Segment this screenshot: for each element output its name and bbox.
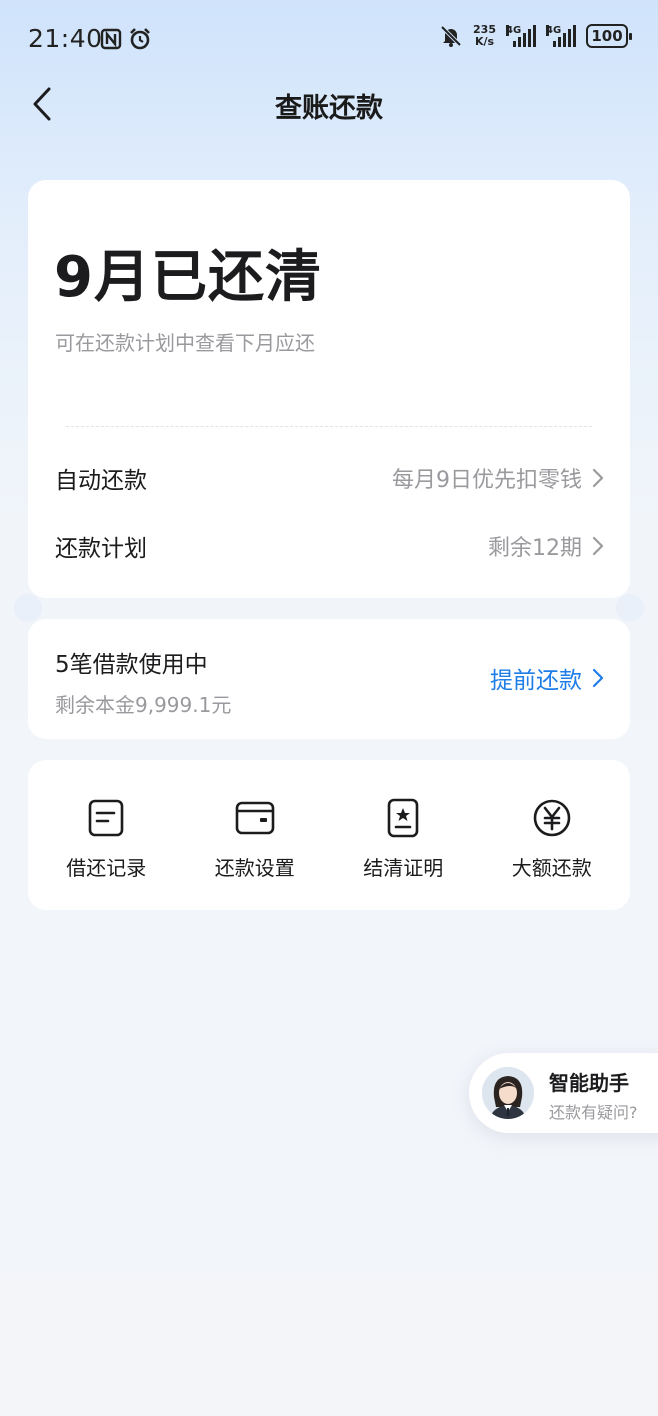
prepay-button[interactable]: 提前还款 <box>490 661 606 695</box>
assistant-subtitle: 还款有疑问? <box>549 1103 638 1122</box>
nfc-icon <box>100 28 122 50</box>
smart-assistant-button[interactable]: 智能助手 还款有疑问? <box>469 1053 658 1133</box>
signal-icon: 4G <box>506 25 536 47</box>
tool-label: 还款设置 <box>214 856 295 880</box>
repay-plan-row[interactable]: 还款计划 剩余12期 <box>55 526 606 566</box>
tools-card: 借还记录 还款设置 结清证明 大额还款 <box>28 760 630 910</box>
ticket-notch <box>14 594 42 622</box>
certificate-icon <box>387 798 419 838</box>
tool-label: 借还记录 <box>66 856 147 880</box>
repay-plan-value: 剩余12期 <box>488 536 582 561</box>
borrow-repay-record-button[interactable]: 借还记录 <box>36 760 176 910</box>
assistant-title: 智能助手 <box>549 1071 629 1095</box>
repay-settings-button[interactable]: 还款设置 <box>185 760 325 910</box>
chevron-right-icon <box>592 668 604 688</box>
chevron-right-icon <box>592 536 604 556</box>
assistant-avatar-icon <box>482 1067 534 1119</box>
yuan-icon <box>533 799 571 837</box>
auto-repay-label: 自动还款 <box>55 468 147 494</box>
battery-icon: 100 <box>586 24 632 48</box>
record-icon <box>88 799 124 837</box>
tool-label: 大额还款 <box>511 856 592 880</box>
network-speed: 235 K/s <box>473 23 496 48</box>
status-time: 21:40 <box>28 24 103 53</box>
repayment-summary-card: 9月已还清 可在还款计划中查看下月应还 自动还款 每月9日优先扣零钱 还款计划 … <box>14 180 644 622</box>
tool-label: 结清证明 <box>363 856 444 880</box>
page-title: 查账还款 <box>275 93 383 124</box>
settlement-certificate-button[interactable]: 结清证明 <box>333 760 473 910</box>
active-loans-card: 5笔借款使用中 剩余本金9,999.1元 提前还款 <box>28 619 630 739</box>
mute-bell-icon <box>440 25 462 47</box>
chevron-right-icon <box>592 468 604 488</box>
signal-icon: 4G <box>546 25 576 47</box>
auto-repay-value: 每月9日优先扣零钱 <box>392 468 582 493</box>
large-repay-button[interactable]: 大额还款 <box>482 760 622 910</box>
alarm-icon <box>130 28 150 50</box>
avatar <box>482 1067 534 1119</box>
ticket-notch <box>616 594 644 622</box>
repay-plan-label: 还款计划 <box>55 536 147 562</box>
repayment-status-title: 9月已还清 <box>54 245 322 310</box>
repayment-hint: 可在还款计划中查看下月应还 <box>55 331 315 355</box>
auto-repay-row[interactable]: 自动还款 每月9日优先扣零钱 <box>55 458 606 498</box>
prepay-label: 提前还款 <box>490 668 582 694</box>
active-loans-title: 5笔借款使用中 <box>55 652 208 678</box>
status-bar: 21:40 235 K/s 4G 4G 100 <box>0 0 658 80</box>
dashed-divider <box>66 426 592 427</box>
remaining-principal: 剩余本金9,999.1元 <box>55 693 232 717</box>
wallet-icon <box>235 801 275 835</box>
